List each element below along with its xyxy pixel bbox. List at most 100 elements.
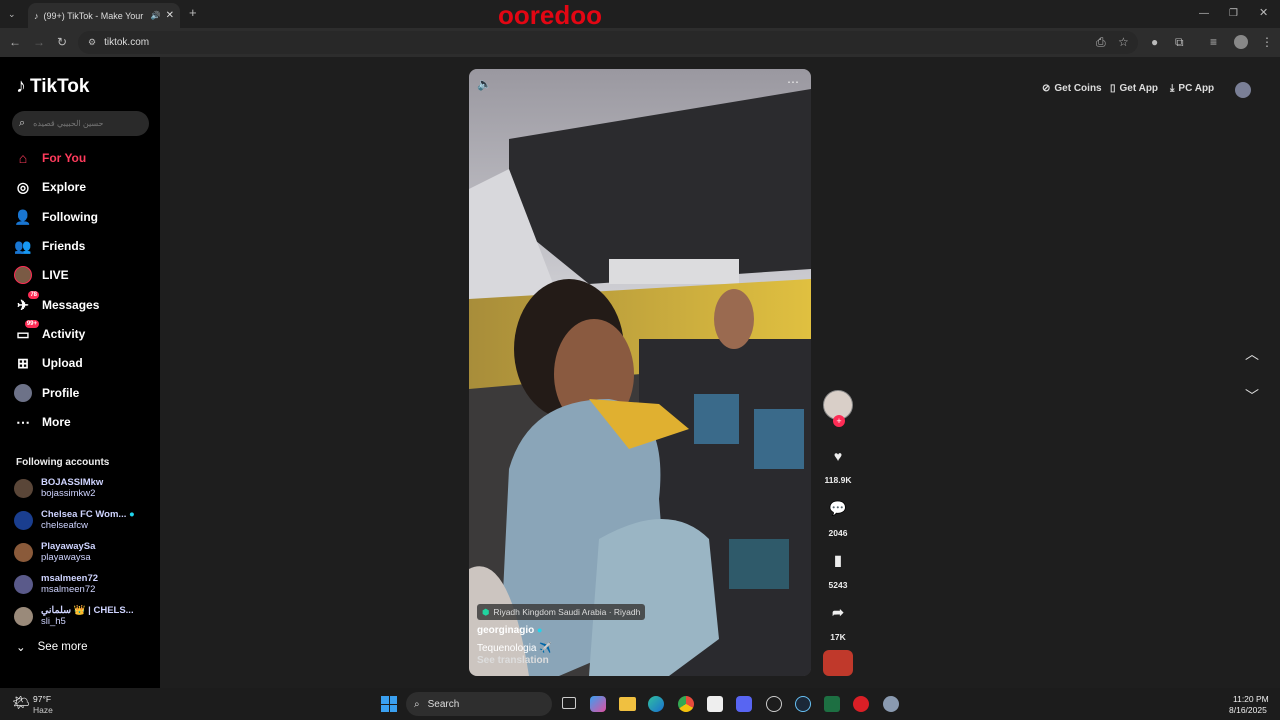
clock-time[interactable]: 11:20 PM — [1233, 694, 1269, 704]
nav-live[interactable]: LIVE — [14, 264, 154, 286]
account-item[interactable]: msalmeen72 msalmeen72 — [14, 571, 154, 597]
search-icon: ⌕ — [414, 698, 420, 710]
nav-label: LIVE — [42, 268, 69, 282]
back-icon[interactable]: ← — [9, 36, 21, 48]
next-video-icon[interactable]: ﹀ — [1245, 386, 1259, 406]
like-button[interactable]: ♥ 118.9K — [823, 448, 853, 485]
location-tag[interactable]: ⬢ Riyadh Kingdom Saudi Arabia · Riyadh — [477, 604, 646, 620]
install-app-icon[interactable]: ⎙ — [1096, 36, 1106, 48]
message-icon: ✈ 78 — [17, 291, 39, 313]
taskbar-search[interactable]: ⌕ Search — [406, 692, 552, 716]
nav-friends[interactable]: 👥 Friends — [14, 235, 154, 257]
url-bar[interactable]: ⚙ tiktok.com — [78, 31, 1138, 54]
edge-icon[interactable] — [648, 696, 664, 712]
account-item[interactable]: PlayawaySa playawaysa — [14, 539, 154, 565]
sidebar: ♪ TikTok ⌕ ⌂ For You ◎ Explore 👤 Followi… — [0, 57, 160, 688]
nav-for-you[interactable]: ⌂ For You — [14, 147, 154, 169]
video-player[interactable]: 🔈 ⋯ — [469, 69, 811, 676]
browser-tab-bar: ⌄ ♪ (99+) TikTok - Make Your Da 🔊 ✕ + oo… — [0, 0, 1280, 30]
chatgpt-icon[interactable] — [766, 696, 782, 712]
nav-label: Messages — [42, 298, 100, 312]
chrome-icon[interactable] — [678, 696, 694, 712]
activity-badge: 99+ — [24, 320, 39, 328]
video-more-icon[interactable]: ⋯ — [787, 75, 799, 89]
new-tab-icon[interactable]: + — [189, 6, 197, 19]
profile-icon[interactable] — [1234, 35, 1248, 49]
weather-icon[interactable]: 🌤 — [12, 694, 30, 711]
comment-button[interactable]: 💬 2046 — [823, 500, 853, 538]
avatar — [14, 574, 33, 594]
file-explorer-icon[interactable] — [619, 697, 636, 711]
extension-icon[interactable]: ● — [1151, 36, 1158, 48]
account-item[interactable]: BOJASSIMkw bojassimkw2 — [14, 475, 154, 501]
start-icon[interactable] — [381, 696, 397, 712]
settings-gear-icon[interactable] — [883, 696, 899, 712]
author-avatar[interactable]: + — [823, 390, 853, 427]
reload-icon[interactable]: ↻ — [57, 36, 67, 48]
get-coins-label: Get Coins — [1054, 83, 1102, 94]
excel-icon[interactable] — [824, 696, 840, 712]
menu-icon[interactable]: ⋮ — [1261, 36, 1273, 48]
messages-badge: 78 — [28, 291, 39, 299]
bookmark-star-icon[interactable]: ☆ — [1118, 36, 1129, 48]
save-button[interactable]: ▮ 5243 — [823, 552, 853, 590]
speaker-icon[interactable]: 🔊 — [151, 11, 161, 20]
see-translation-link[interactable]: See translation — [477, 655, 549, 666]
share-button[interactable]: ➦ 17K — [823, 604, 853, 642]
nav-more[interactable]: ⋯ More — [14, 411, 154, 433]
volume-icon[interactable]: 🔈 — [477, 77, 492, 91]
close-tab-icon[interactable]: ✕ — [166, 10, 174, 21]
site-info-icon[interactable]: ⚙ — [88, 37, 96, 48]
verified-icon: ● — [537, 625, 543, 635]
tiktok-favicon-icon: ♪ — [34, 10, 39, 21]
user-check-icon: 👤 — [14, 208, 32, 225]
nav-profile[interactable]: Profile — [14, 382, 154, 404]
store-icon[interactable] — [707, 696, 723, 712]
music-disc-icon[interactable] — [823, 650, 853, 676]
pc-app-button[interactable]: ⤓ PC App — [1170, 83, 1214, 94]
nav-activity[interactable]: ▭ 99+ Activity — [14, 320, 154, 345]
nav-label: Following — [42, 210, 98, 224]
tab-list-icon[interactable]: ⌄ — [8, 8, 16, 20]
url-text: tiktok.com — [104, 37, 150, 48]
user-avatar[interactable] — [1235, 82, 1251, 98]
get-coins-button[interactable]: ⊘ Get Coins — [1042, 83, 1102, 94]
search-icon: ⌕ — [19, 117, 26, 129]
forward-icon[interactable]: → — [33, 36, 45, 48]
puzzle-icon[interactable]: ⧉ — [1175, 36, 1184, 48]
clock-date[interactable]: 8/16/2025 — [1229, 705, 1267, 715]
activity-icon: ▭ 99+ — [16, 320, 39, 342]
search-input[interactable] — [33, 119, 134, 128]
discord-icon[interactable] — [736, 696, 752, 712]
task-view-icon[interactable] — [562, 697, 576, 709]
media-control-icon[interactable]: ≡ — [1210, 36, 1217, 48]
close-window-icon[interactable]: ✕ — [1259, 7, 1268, 19]
copilot-icon[interactable] — [590, 696, 606, 712]
search-box[interactable]: ⌕ — [12, 111, 149, 136]
previous-video-icon[interactable]: ︿ — [1245, 344, 1259, 364]
get-app-button[interactable]: ▯ Get App — [1110, 83, 1158, 94]
minimize-icon[interactable]: — — [1199, 8, 1209, 20]
creative-cloud-icon[interactable] — [853, 696, 869, 712]
avatar — [14, 478, 33, 498]
nav-following[interactable]: 👤 Following — [14, 206, 154, 228]
like-count: 118.9K — [824, 475, 852, 485]
browser-toolbar: ← → ↻ ⚙ tiktok.com ⎙ ☆ ● ⧉ ≡ ⋮ — [0, 28, 1280, 57]
browser-tab[interactable]: ♪ (99+) TikTok - Make Your Da 🔊 ✕ — [28, 3, 180, 28]
nav-upload[interactable]: ⊞ Upload — [14, 352, 154, 374]
video-author[interactable]: georginagio ● — [477, 625, 542, 636]
account-item[interactable]: سلماني 👑 | CHELS... sli_h5 — [14, 603, 154, 629]
see-more-button[interactable]: ⌄ See more — [16, 640, 88, 654]
account-handle: sli_h5 — [41, 616, 66, 627]
nav-explore[interactable]: ◎ Explore — [14, 176, 154, 198]
tiktok-logo[interactable]: ♪ TikTok — [16, 75, 89, 98]
live-icon — [14, 266, 32, 284]
profile-avatar — [14, 384, 32, 402]
steam-icon[interactable] — [795, 696, 811, 712]
coin-icon: ⊘ — [1042, 83, 1051, 94]
nav-messages[interactable]: ✈ 78 Messages — [14, 291, 154, 316]
restore-icon[interactable]: ❐ — [1229, 8, 1238, 20]
account-item[interactable]: Chelsea FC Wom... ● chelseafcw — [14, 507, 154, 533]
location-pin-icon: ⬢ — [482, 606, 490, 617]
follow-plus-icon[interactable]: + — [833, 415, 845, 427]
